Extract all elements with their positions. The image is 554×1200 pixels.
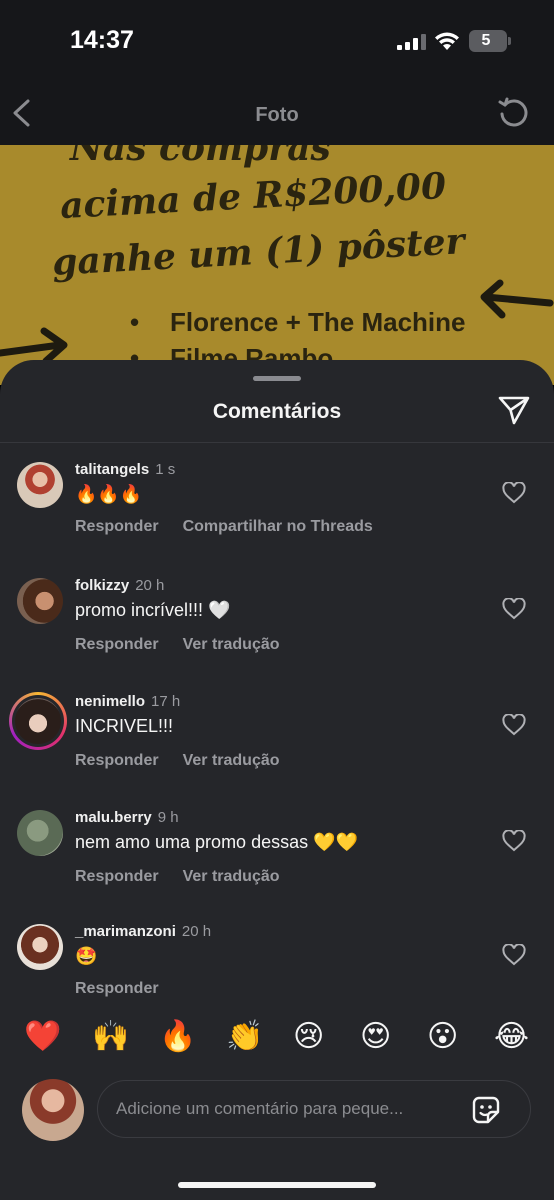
comment-text: 🔥🔥🔥: [75, 484, 143, 504]
sheet-grabber[interactable]: [253, 376, 301, 381]
photo-header: Foto: [0, 80, 554, 145]
like-heart-icon[interactable]: [502, 944, 526, 966]
poster-text-line: ganhe um (1) pôster: [51, 220, 466, 284]
comment-username[interactable]: folkizzy 20 h: [75, 577, 164, 594]
comment-actions: Responder Ver tradução: [75, 636, 280, 654]
emoji-heart[interactable]: ❤️: [24, 1019, 61, 1055]
current-user-avatar: [22, 1079, 84, 1141]
comment-username[interactable]: nenimello 17 h: [75, 693, 180, 710]
comment-username[interactable]: talitangels 1 s: [75, 461, 175, 478]
emoji-clap[interactable]: 👏: [226, 1019, 263, 1055]
comment-age: 20 h: [135, 577, 165, 594]
emoji-surprised[interactable]: 😮: [427, 1019, 458, 1055]
arrow-left-icon: [480, 279, 554, 319]
home-indicator: [178, 1182, 376, 1188]
poster-bullet: • Florence + The Machine: [130, 307, 466, 337]
battery-icon: 5: [469, 30, 511, 52]
comment-username[interactable]: _marimanzoni 20 h: [75, 923, 211, 940]
comment-actions: Responder Compartilhar no Threads: [75, 518, 373, 536]
avatar[interactable]: [17, 810, 63, 856]
comment-age: 17 h: [151, 693, 181, 710]
avatar[interactable]: [17, 924, 63, 970]
comment-input-placeholder: Adicione um comentário para peque...: [116, 1099, 404, 1118]
comment-age: 20 h: [181, 923, 212, 940]
reply-button[interactable]: Responder: [75, 980, 159, 997]
status-time: 14:37: [70, 26, 134, 54]
like-heart-icon[interactable]: [502, 714, 526, 736]
comment-age: 9 h: [157, 809, 179, 826]
comment-username[interactable]: malu.berry 9 h: [75, 809, 179, 826]
comment-age: 1 s: [155, 461, 176, 478]
like-heart-icon[interactable]: [502, 830, 526, 852]
avatar[interactable]: [17, 578, 63, 624]
poster-text-line: Nas compras: [70, 145, 331, 169]
comment-text: 🤩: [75, 946, 98, 966]
like-heart-icon[interactable]: [502, 482, 526, 504]
comment-actions: Responder Ver tradução: [75, 868, 280, 886]
sheet-title: Comentários: [212, 400, 342, 423]
comment-actions: Responder Ver tradução: [75, 752, 280, 770]
poster-text-line: acima de R$200,00: [59, 164, 448, 228]
comment-input[interactable]: Adicione um comentário para peque...: [97, 1080, 531, 1138]
emoji-reactions-bar: ❤️ 🙌 🔥 👏 😢 😍 😮 😂: [0, 1005, 554, 1070]
refresh-icon[interactable]: [497, 97, 531, 131]
like-heart-icon[interactable]: [502, 598, 526, 620]
avatar: [15, 698, 61, 744]
story-ring[interactable]: [9, 692, 67, 750]
cellular-signal-icon: [397, 34, 426, 50]
reply-button[interactable]: Responder: [75, 868, 159, 885]
emoji-laughing[interactable]: 😂: [494, 1019, 529, 1055]
emoji-raised-hands[interactable]: 🙌: [92, 1019, 129, 1055]
reply-button[interactable]: Responder: [75, 518, 159, 535]
send-icon[interactable]: [497, 394, 531, 426]
page-title: Foto: [255, 104, 299, 126]
comment-text: promo incrível!!! 🤍: [75, 600, 231, 620]
reply-button[interactable]: Responder: [75, 752, 159, 769]
post-photo: Nas compras acima de R$200,00 ganhe um (…: [0, 145, 554, 385]
translate-button[interactable]: Ver tradução: [183, 636, 280, 653]
divider: [0, 442, 554, 443]
status-bar: 14:37 5: [0, 0, 554, 80]
comment-actions: Responder: [75, 980, 159, 998]
avatar[interactable]: [17, 462, 63, 508]
reply-button[interactable]: Responder: [75, 636, 159, 653]
sticker-icon[interactable]: [470, 1094, 502, 1126]
share-threads-button[interactable]: Compartilhar no Threads: [183, 518, 373, 535]
comment-text: nem amo uma promo dessas 💛💛: [75, 832, 358, 852]
emoji-heart-eyes[interactable]: 😍: [360, 1019, 391, 1055]
translate-button[interactable]: Ver tradução: [183, 868, 280, 885]
comment-composer: Adicione um comentário para peque...: [0, 1070, 554, 1200]
battery-level: 5: [481, 32, 491, 49]
emoji-crying[interactable]: 😢: [293, 1019, 324, 1055]
wifi-icon: [435, 32, 459, 50]
comment-text: INCRIVEL!!!: [75, 716, 174, 736]
emoji-fire[interactable]: 🔥: [159, 1019, 196, 1055]
translate-button[interactable]: Ver tradução: [183, 752, 280, 769]
